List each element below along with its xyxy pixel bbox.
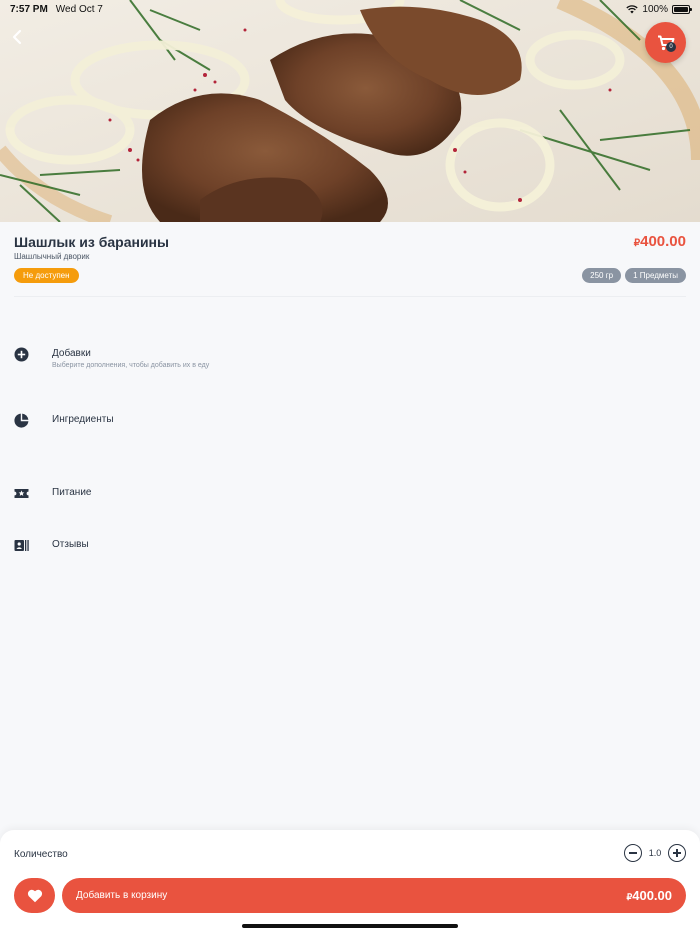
section-addons[interactable]: Добавки Выберите дополнения, чтобы добав… bbox=[14, 347, 686, 375]
total-price-value: 400.00 bbox=[632, 888, 672, 903]
add-to-cart-button[interactable]: Добавить в корзину ₽400.00 bbox=[62, 878, 686, 913]
battery-icon bbox=[672, 4, 692, 14]
quantity-value: 1.0 bbox=[648, 848, 662, 858]
divider bbox=[14, 296, 686, 297]
section-label: Добавки bbox=[52, 348, 91, 359]
product-title: Шашлык из баранины bbox=[14, 234, 169, 250]
decrease-quantity-button[interactable] bbox=[624, 844, 642, 862]
plus-circle-icon bbox=[14, 347, 29, 362]
price-value: 400.00 bbox=[640, 233, 686, 250]
favorite-button[interactable] bbox=[14, 878, 55, 913]
product-chips: 250 гр 1 Предметы bbox=[582, 268, 686, 283]
section-label: Ингредиенты bbox=[52, 414, 114, 425]
increase-quantity-button[interactable] bbox=[668, 844, 686, 862]
cart-button[interactable]: 0 bbox=[645, 22, 686, 63]
quantity-stepper: 1.0 bbox=[624, 844, 686, 862]
add-to-cart-label: Добавить в корзину bbox=[76, 890, 168, 901]
cart-count-badge: 0 bbox=[666, 42, 676, 52]
availability-badge: Не доступен bbox=[14, 268, 79, 283]
ticket-star-icon bbox=[14, 489, 29, 498]
product-price: ₽400.00 bbox=[634, 233, 686, 250]
section-label: Отзывы bbox=[52, 539, 89, 550]
quantity-label: Количество bbox=[14, 849, 68, 860]
food-photo-image bbox=[0, 0, 700, 222]
total-price: ₽400.00 bbox=[627, 888, 673, 903]
section-nutrition[interactable]: Питание bbox=[14, 486, 686, 506]
weight-chip: 250 гр bbox=[582, 268, 622, 283]
section-reviews[interactable]: Отзывы bbox=[14, 538, 686, 558]
status-date: Wed Oct 7 bbox=[55, 3, 103, 15]
chevron-left-icon bbox=[12, 29, 22, 45]
minus-icon bbox=[629, 852, 637, 854]
heart-icon bbox=[27, 889, 42, 902]
home-indicator bbox=[242, 924, 458, 928]
wifi-icon bbox=[626, 4, 639, 13]
section-label: Питание bbox=[52, 487, 92, 498]
product-vendor: Шашлычный дворик bbox=[14, 252, 90, 261]
status-time: 7:57 PM bbox=[10, 3, 48, 15]
product-photo bbox=[0, 0, 700, 222]
section-subtitle: Выберите дополнения, чтобы добавить их в… bbox=[52, 362, 210, 369]
bottom-panel: Количество 1.0 Добавить в корзину ₽400.0… bbox=[0, 830, 700, 934]
status-bar: 7:57 PM Wed Oct 7 100% bbox=[0, 0, 700, 18]
items-count-chip: 1 Предметы bbox=[625, 268, 686, 283]
battery-percent: 100% bbox=[642, 3, 668, 15]
section-ingredients[interactable]: Ингредиенты bbox=[14, 413, 686, 433]
pie-chart-icon bbox=[14, 413, 29, 428]
back-button[interactable] bbox=[6, 26, 28, 48]
reviews-card-icon bbox=[14, 540, 29, 551]
